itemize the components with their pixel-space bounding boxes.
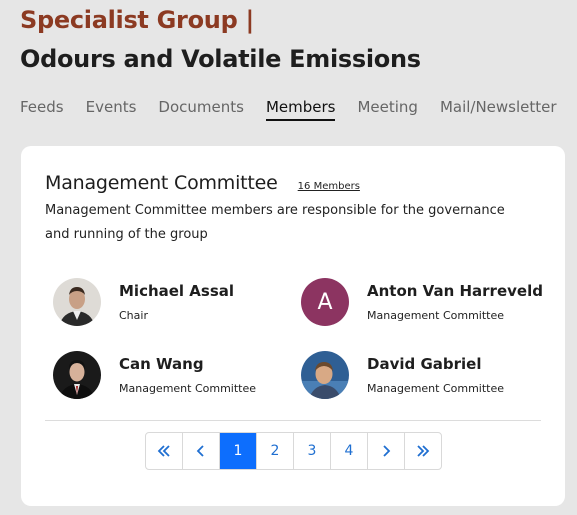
group-kicker: Specialist Group | — [20, 6, 254, 34]
tab-mail-newsletter[interactable]: Mail/Newsletter — [440, 98, 557, 121]
last-page-button[interactable] — [405, 433, 441, 469]
chevron-right-icon — [383, 445, 391, 457]
committee-description: Management Committee members are respons… — [45, 203, 505, 242]
member-role: Chair — [119, 309, 148, 322]
committee-header: Management Committee 16 Members — [45, 172, 360, 194]
tab-feeds[interactable]: Feeds — [20, 98, 64, 121]
tab-documents[interactable]: Documents — [158, 98, 244, 121]
avatar — [53, 351, 101, 399]
member-card-can-wang[interactable]: Can Wang Management Committee — [53, 351, 256, 399]
member-name: David Gabriel — [367, 355, 482, 373]
double-chevron-right-icon — [417, 445, 430, 457]
portrait-photo-icon — [53, 351, 101, 399]
tab-bar: Feeds Events Documents Members Meeting M… — [20, 98, 577, 121]
portrait-photo-icon — [301, 351, 349, 399]
member-card-anton-van-harreveld[interactable]: A Anton Van Harreveld Management Committ… — [301, 278, 543, 326]
next-page-button[interactable] — [368, 433, 405, 469]
page-2-button[interactable]: 2 — [257, 433, 294, 469]
committee-title: Management Committee — [45, 172, 278, 194]
member-card-david-gabriel[interactable]: David Gabriel Management Committee — [301, 351, 504, 399]
first-page-button[interactable] — [146, 433, 183, 469]
page-1-button[interactable]: 1 — [220, 433, 257, 469]
committee-card: Management Committee 16 Members Manageme… — [21, 146, 565, 506]
member-card-michael-assal[interactable]: Michael Assal Chair — [53, 278, 234, 326]
portrait-photo-icon — [53, 278, 101, 326]
divider — [45, 420, 541, 421]
member-name: Anton Van Harreveld — [367, 282, 543, 300]
avatar — [53, 278, 101, 326]
avatar — [301, 351, 349, 399]
double-chevron-left-icon — [157, 445, 170, 457]
page-title: Odours and Volatile Emissions — [20, 45, 421, 73]
member-role: Management Committee — [119, 382, 257, 395]
member-name: Michael Assal — [119, 282, 235, 300]
page-3-button[interactable]: 3 — [294, 433, 331, 469]
pagination: 1 2 3 4 — [145, 432, 442, 470]
prev-page-button[interactable] — [183, 433, 220, 469]
member-role: Management Committee — [367, 309, 505, 322]
page-4-button[interactable]: 4 — [331, 433, 368, 469]
tab-members[interactable]: Members — [265, 98, 336, 121]
avatar-initial: A — [301, 278, 349, 326]
member-name: Can Wang — [119, 355, 204, 373]
tab-events[interactable]: Events — [86, 98, 137, 121]
tab-meeting[interactable]: Meeting — [357, 98, 417, 121]
member-count-link[interactable]: 16 Members — [298, 181, 360, 192]
member-role: Management Committee — [367, 382, 505, 395]
chevron-left-icon — [196, 445, 204, 457]
